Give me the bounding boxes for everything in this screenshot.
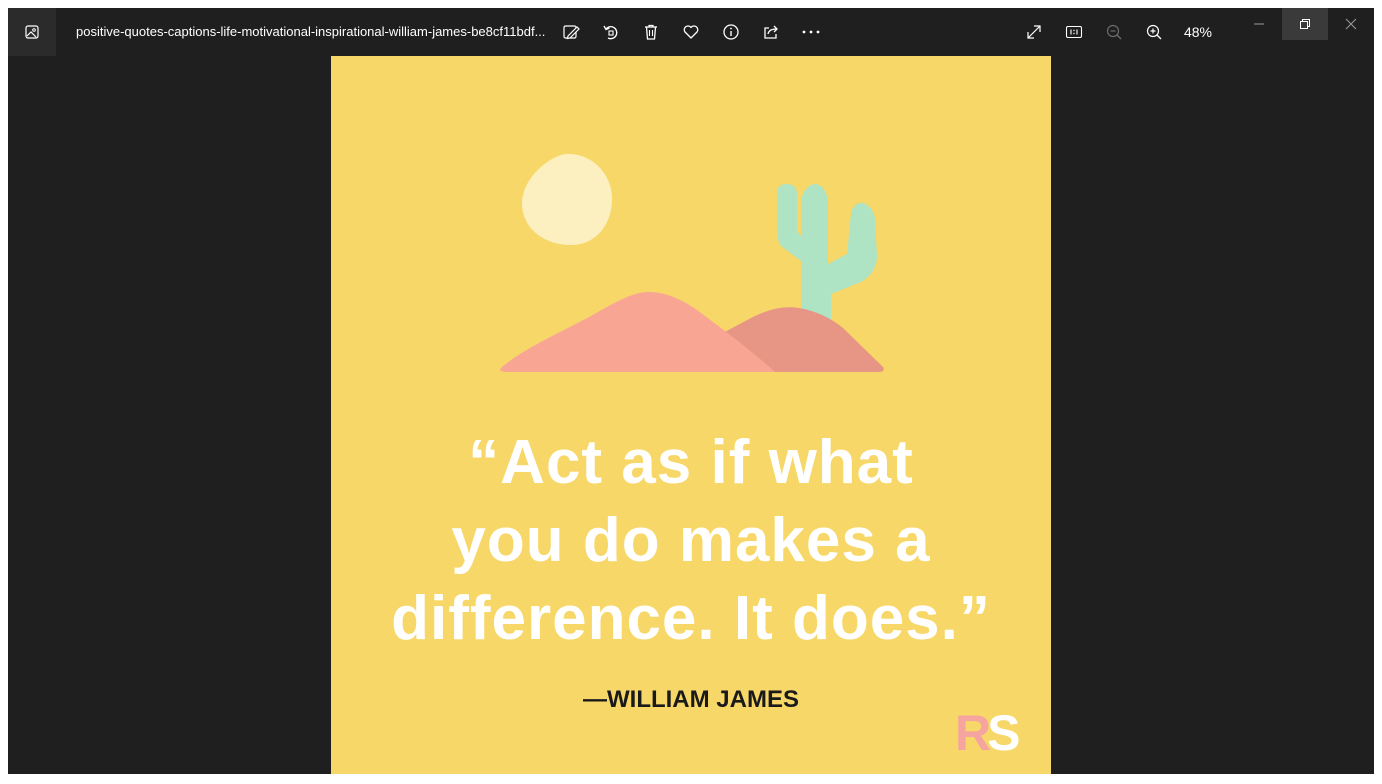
close-button[interactable] bbox=[1328, 8, 1374, 40]
actual-size-icon bbox=[1065, 25, 1083, 39]
favorite-heart-icon bbox=[683, 25, 699, 39]
share-icon bbox=[764, 25, 778, 39]
restore-button[interactable] bbox=[1282, 8, 1328, 40]
quote-author: —WILLIAM JAMES bbox=[583, 686, 799, 713]
edit-image-button[interactable] bbox=[555, 16, 587, 48]
delete-button[interactable] bbox=[635, 16, 667, 48]
info-icon bbox=[723, 24, 739, 40]
restore-icon bbox=[1300, 19, 1310, 29]
favorite-button[interactable] bbox=[675, 16, 707, 48]
minimize-button[interactable] bbox=[1236, 8, 1282, 40]
zoom-out-button[interactable] bbox=[1098, 16, 1130, 48]
title-bar: positive-quotes-captions-life-motivation… bbox=[8, 8, 1374, 56]
quote-line: “Act as if what bbox=[468, 428, 914, 497]
rs-logo: RS bbox=[955, 705, 1021, 761]
sun-shape bbox=[521, 153, 612, 246]
fullscreen-button[interactable] bbox=[1018, 16, 1050, 48]
rotate-icon bbox=[603, 25, 618, 40]
close-icon bbox=[1345, 18, 1357, 30]
image-viewer-canvas[interactable]: “Act as if what you do makes a differenc… bbox=[8, 56, 1374, 774]
share-button[interactable] bbox=[755, 16, 787, 48]
actual-size-button[interactable] bbox=[1058, 16, 1090, 48]
quote-line: difference. It does.” bbox=[391, 584, 991, 653]
zoom-out-icon bbox=[1106, 24, 1122, 40]
info-button[interactable] bbox=[715, 16, 747, 48]
fullscreen-icon bbox=[1027, 25, 1041, 39]
file-name-label: positive-quotes-captions-life-motivation… bbox=[76, 24, 546, 39]
quote-line: you do makes a bbox=[451, 506, 931, 575]
image-icon bbox=[25, 25, 39, 39]
more-options-icon bbox=[802, 30, 820, 34]
zoom-level: 48% bbox=[1183, 24, 1213, 40]
photos-app-window: positive-quotes-captions-life-motivation… bbox=[8, 8, 1374, 774]
quote-text: “Act as if what you do makes a differenc… bbox=[331, 424, 1051, 658]
delete-icon bbox=[645, 24, 657, 40]
photos-app-icon[interactable] bbox=[8, 8, 56, 56]
desert-illustration bbox=[500, 153, 884, 372]
rotate-button[interactable] bbox=[595, 16, 627, 48]
edit-image-icon bbox=[563, 25, 580, 40]
more-options-button[interactable] bbox=[795, 16, 827, 48]
displayed-image: “Act as if what you do makes a differenc… bbox=[331, 56, 1051, 774]
zoom-in-icon bbox=[1146, 24, 1162, 40]
zoom-in-button[interactable] bbox=[1138, 16, 1170, 48]
minimize-icon bbox=[1254, 23, 1264, 25]
